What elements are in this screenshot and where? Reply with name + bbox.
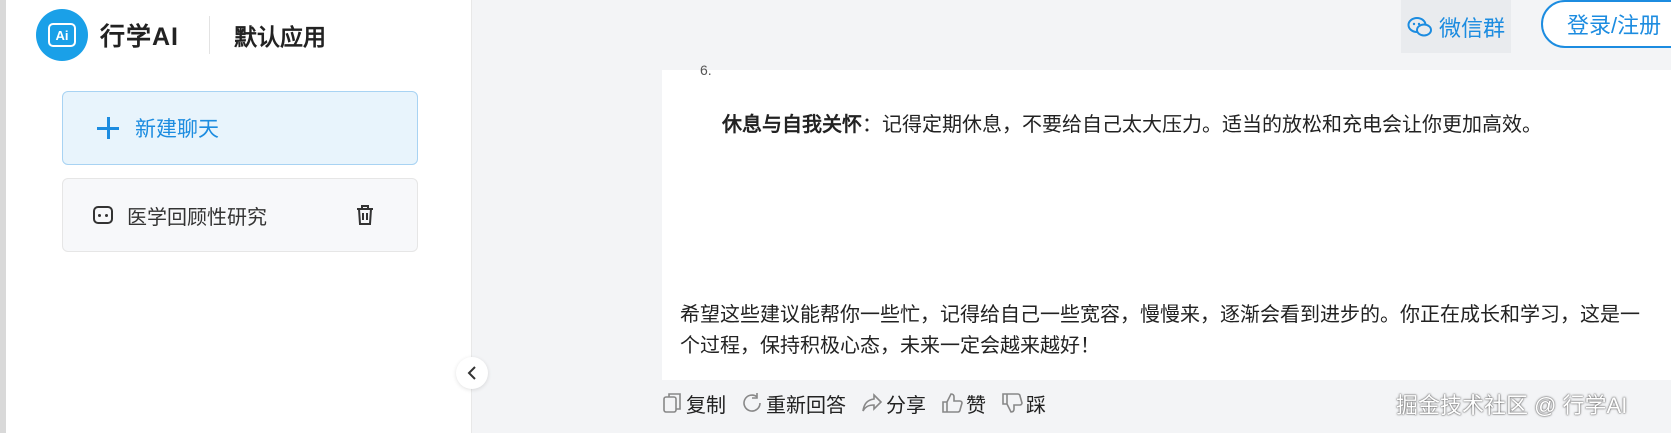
refresh-icon — [743, 393, 761, 412]
brand-name: 行学AI — [100, 23, 180, 51]
brand: Ai 行学AI 默认应用 — [36, 9, 327, 61]
copy-label: 复制 — [686, 394, 726, 417]
like-label: 赞 — [966, 394, 986, 417]
list-item-text: ：记得定期休息，不要给自己太大压力。适当的放松和充电会让你更加高效。 — [862, 114, 1542, 136]
share-label: 分享 — [886, 394, 926, 417]
brand-logo-text: Ai — [48, 23, 76, 47]
list-item-title: 休息与自我关怀 — [722, 114, 862, 136]
message-action-bar: 复制 重新回答 分享 赞 踩 — [662, 386, 1060, 420]
brand-divider — [209, 16, 211, 54]
wechat-group-button[interactable]: 微信群 — [1401, 0, 1511, 53]
wechat-icon — [1407, 16, 1432, 36]
chat-list-item[interactable]: 医学回顾性研究 — [62, 178, 418, 252]
list-marker: 6. — [700, 62, 712, 78]
like-button[interactable]: 赞 — [940, 389, 986, 418]
dislike-button[interactable]: 踩 — [1000, 389, 1046, 418]
assistant-message: 6. 休息与自我关怀：记得定期休息，不要给自己太大压力。适当的放松和充电会让你更… — [662, 62, 1671, 380]
share-icon — [862, 393, 883, 412]
thumbs-down-icon — [1002, 393, 1023, 413]
chat-item-title: 医学回顾性研究 — [127, 206, 267, 229]
wechat-group-label: 微信群 — [1438, 15, 1505, 41]
plus-icon — [97, 117, 119, 139]
copy-button[interactable]: 复制 — [662, 389, 726, 418]
login-register-label: 登录/注册 — [1567, 13, 1662, 38]
list-item-rest: 休息与自我关怀：记得定期休息，不要给自己太大压力。适当的放松和充电会让你更加高效… — [722, 108, 1542, 137]
closing-paragraph: 希望这些建议能帮你一些忙，记得给自己一些宽容，慢慢来，逐渐会看到进步的。你正在成… — [680, 304, 1640, 357]
copy-icon — [663, 393, 681, 413]
login-register-button[interactable]: 登录/注册 — [1541, 0, 1671, 48]
share-button[interactable]: 分享 — [860, 389, 926, 418]
collapse-sidebar-button[interactable] — [456, 357, 488, 389]
sidebar: Ai 行学AI 默认应用 新建聊天 医学回顾性研究 — [6, 0, 472, 433]
regenerate-button[interactable]: 重新回答 — [740, 389, 846, 418]
app-root: Ai 行学AI 默认应用 新建聊天 医学回顾性研究 微信群 登录/注册 6. 休… — [0, 0, 1671, 433]
trash-icon[interactable] — [355, 204, 375, 226]
regenerate-label: 重新回答 — [766, 394, 846, 417]
new-chat-button[interactable]: 新建聊天 — [62, 91, 418, 165]
chevron-left-icon — [467, 366, 476, 380]
brand-logo-icon: Ai — [36, 9, 88, 61]
chat-bubble-icon — [93, 206, 113, 224]
dislike-label: 踩 — [1026, 394, 1046, 417]
app-name: 默认应用 — [234, 24, 327, 50]
watermark: 掘金技术社区 @ 行学AI — [1396, 393, 1628, 418]
new-chat-label: 新建聊天 — [135, 118, 219, 141]
thumbs-up-icon — [942, 393, 963, 413]
